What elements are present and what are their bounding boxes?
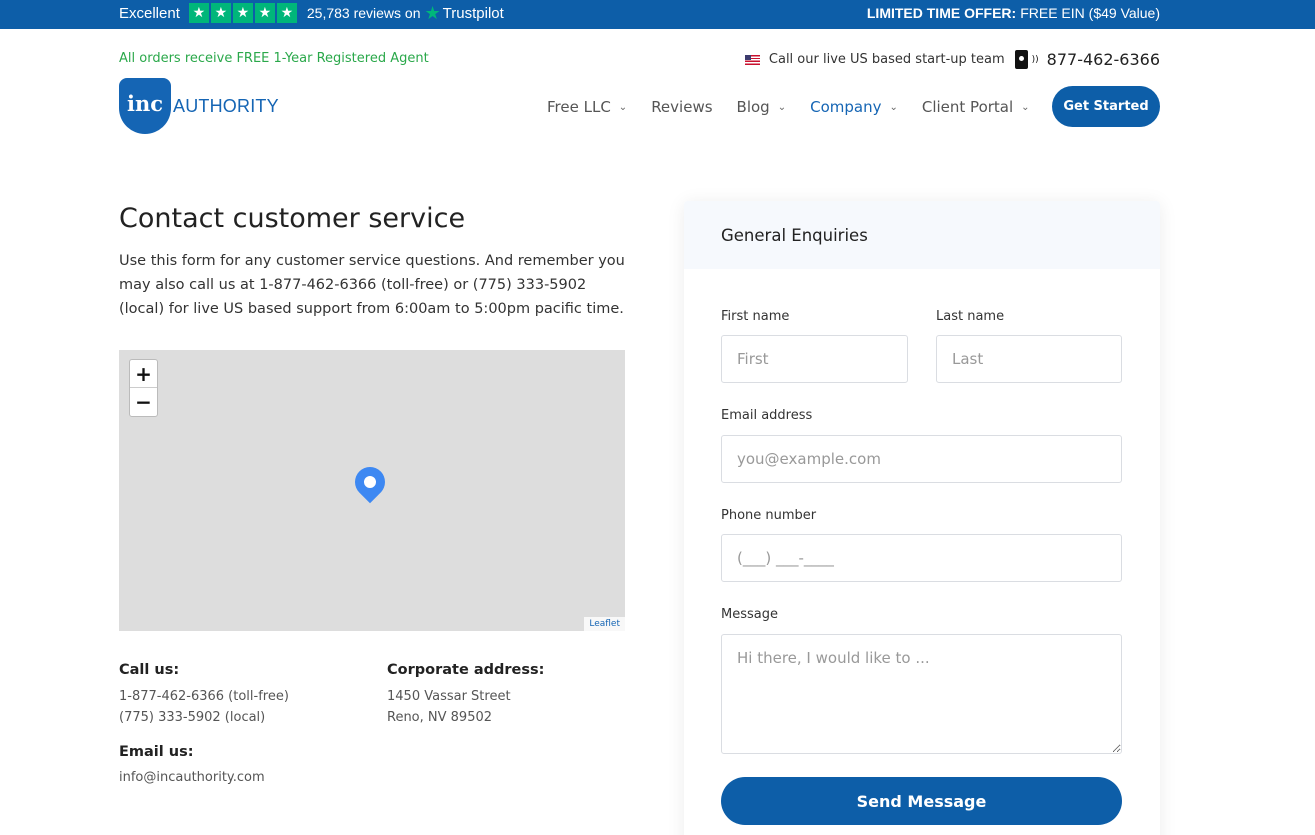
message-label: Message bbox=[721, 607, 778, 622]
nav-item-reviews[interactable]: Reviews bbox=[651, 98, 712, 116]
chevron-down-icon: ⌄ bbox=[618, 101, 628, 113]
get-started-button[interactable]: Get Started bbox=[1052, 86, 1160, 127]
promo-text: All orders receive FREE 1-Year Registere… bbox=[119, 51, 429, 66]
email-link[interactable]: info@incauthority.com bbox=[119, 767, 265, 788]
star-icon: ★ bbox=[254, 3, 275, 23]
intro-text: Use this form for any customer service q… bbox=[119, 253, 625, 317]
rating-label: Excellent bbox=[119, 4, 180, 22]
trust-bar: Excellent ★ ★ ★ ★ ★ 25,783 reviews on ★ … bbox=[0, 0, 1315, 29]
limited-offer[interactable]: LIMITED TIME OFFER: FREE EIN ($49 Value) bbox=[867, 0, 1160, 26]
sound-wave-icon: )) bbox=[1031, 54, 1039, 65]
nav-label: Client Portal bbox=[921, 98, 1014, 116]
email-heading: Email us: bbox=[119, 744, 194, 760]
chevron-down-icon: ⌄ bbox=[777, 101, 787, 113]
trustpilot-rating[interactable]: Excellent ★ ★ ★ ★ ★ 25,783 reviews on ★ … bbox=[119, 0, 504, 26]
tollfree-phone[interactable]: 1-877-462-6366 (toll-free) bbox=[119, 686, 289, 707]
local-phone[interactable]: (775) 333-5902 (local) bbox=[119, 707, 265, 728]
chevron-down-icon: ⌄ bbox=[889, 101, 898, 113]
trustpilot-logo: Trustpilot bbox=[442, 4, 504, 22]
offer-label: LIMITED TIME OFFER: bbox=[866, 5, 1017, 21]
nav-item-blog[interactable]: Blog ⌄ bbox=[737, 98, 787, 116]
address-street: 1450 Vassar Street bbox=[387, 689, 511, 704]
trustpilot-star-icon: ★ bbox=[424, 2, 441, 24]
location-map[interactable]: + − Leaflet bbox=[119, 350, 625, 631]
send-message-button[interactable]: Send Message bbox=[721, 777, 1122, 825]
message-textarea[interactable] bbox=[721, 634, 1122, 754]
email-input[interactable] bbox=[721, 435, 1122, 483]
email-label: Email address bbox=[721, 408, 813, 423]
phone-icon bbox=[1014, 50, 1028, 69]
us-flag-icon bbox=[744, 54, 760, 65]
star-icon: ★ bbox=[188, 3, 209, 23]
first-name-input[interactable] bbox=[721, 335, 908, 383]
zoom-out-button[interactable]: − bbox=[130, 388, 157, 416]
phone-input[interactable] bbox=[721, 534, 1122, 582]
zoom-in-button[interactable]: + bbox=[130, 360, 157, 388]
call-box: Call our live US based start-up team )) … bbox=[744, 50, 1160, 69]
nav-item-client-portal[interactable]: Client Portal ⌄ bbox=[922, 98, 1030, 116]
chevron-down-icon: ⌄ bbox=[1021, 101, 1030, 113]
address-city: Reno, NV 89502 bbox=[387, 710, 493, 725]
shield-logo-icon: inc bbox=[119, 78, 171, 134]
map-zoom-control: + − bbox=[129, 359, 158, 417]
site-logo[interactable]: inc AUTHORITY bbox=[119, 78, 279, 134]
star-icon: ★ bbox=[210, 3, 231, 23]
enquiry-form-card: General Enquiries First name Last name E… bbox=[684, 201, 1160, 835]
main-nav: Free LLC ⌄ Reviews Blog ⌄ Company ⌄ Clie… bbox=[547, 93, 1054, 121]
header-phone-link[interactable]: 877-462-6366 bbox=[1047, 50, 1160, 69]
star-icon: ★ bbox=[276, 3, 297, 23]
nav-item-free-llc[interactable]: Free LLC ⌄ bbox=[547, 98, 627, 116]
call-us-heading: Call us: bbox=[119, 662, 180, 678]
nav-label: Blog bbox=[736, 98, 770, 116]
star-icon: ★ bbox=[232, 3, 253, 23]
call-text: Call our live US based start-up team bbox=[768, 52, 1005, 67]
offer-text: FREE EIN ($49 Value) bbox=[1020, 5, 1160, 21]
logo-wordmark: AUTHORITY bbox=[173, 95, 279, 116]
rating-stars: ★ ★ ★ ★ ★ bbox=[188, 3, 297, 23]
page-title: Contact customer service bbox=[119, 203, 466, 234]
map-pin-icon[interactable] bbox=[348, 460, 392, 504]
first-name-label: First name bbox=[721, 309, 790, 324]
nav-label: Free LLC bbox=[547, 98, 611, 116]
nav-label: Company bbox=[810, 98, 882, 116]
last-name-input[interactable] bbox=[936, 335, 1122, 383]
review-count: 25,783 reviews on bbox=[306, 5, 421, 21]
address-heading: Corporate address: bbox=[387, 662, 545, 678]
nav-label: Reviews bbox=[651, 98, 713, 116]
nav-item-company[interactable]: Company ⌄ bbox=[810, 98, 898, 116]
last-name-label: Last name bbox=[936, 309, 1005, 324]
map-attribution-link[interactable]: Leaflet bbox=[584, 617, 625, 631]
phone-label: Phone number bbox=[721, 508, 817, 523]
form-title: General Enquiries bbox=[684, 201, 1160, 269]
